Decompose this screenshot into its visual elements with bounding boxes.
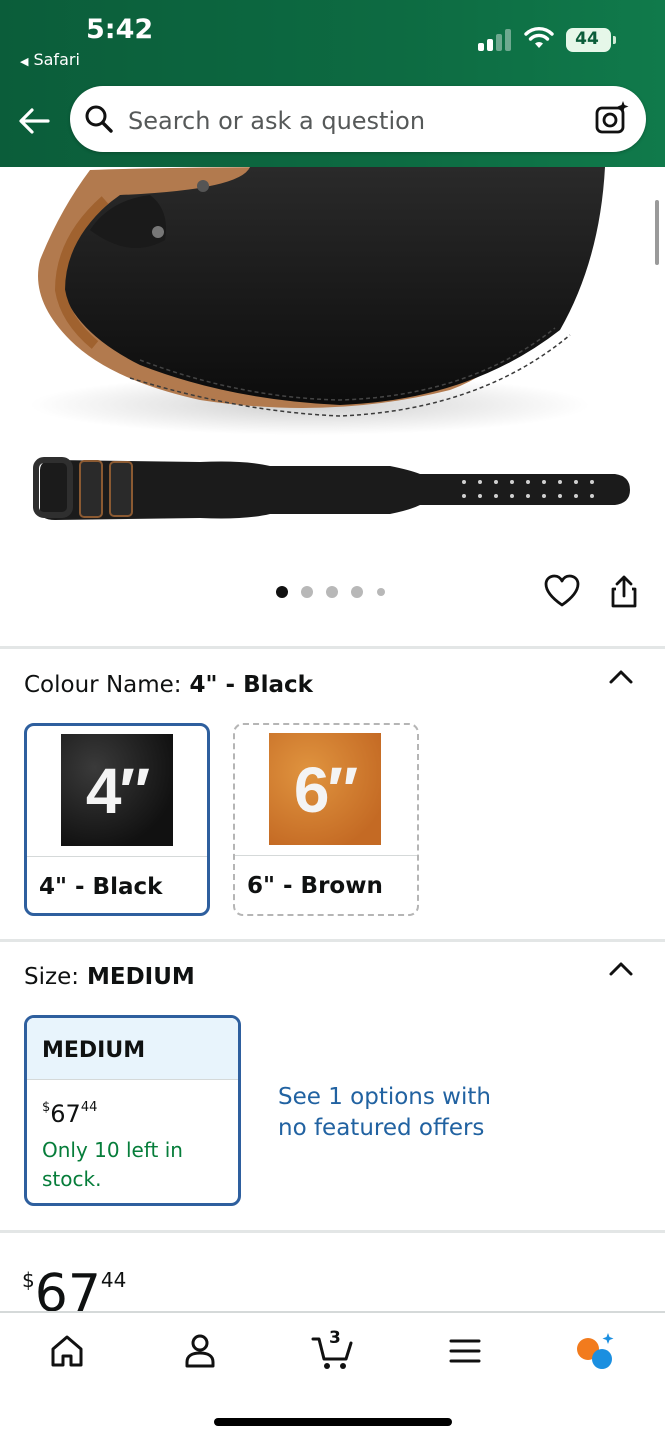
back-app-label: Safari [33, 50, 80, 69]
swatch-caption: 4" - Black [39, 874, 163, 900]
pager-dot[interactable] [326, 586, 338, 598]
heart-icon[interactable] [544, 574, 580, 608]
search-placeholder: Search or ask a question [128, 107, 426, 135]
colour-name-row: Colour Name: 4" - Black [24, 672, 313, 698]
account-icon[interactable] [178, 1329, 222, 1373]
cart-count-badge: 3 [329, 1328, 341, 1348]
size-label: Size: [24, 964, 79, 990]
rufus-assistant-icon[interactable] [574, 1329, 618, 1373]
home-indicator [214, 1418, 452, 1426]
size-selected-value: MEDIUM [86, 964, 195, 990]
colour-selected-value: 4" - Black [189, 672, 313, 698]
size-row: Size: MEDIUM [24, 964, 195, 990]
pager-dot[interactable] [351, 586, 363, 598]
wifi-icon [524, 27, 554, 48]
back-arrow-icon[interactable] [16, 103, 52, 139]
stock-status: Only 10 left in stock. [42, 1138, 183, 1191]
price-fraction: 44 [100, 1268, 127, 1292]
section-divider [0, 939, 665, 942]
chevron-up-icon[interactable] [608, 668, 634, 686]
cellular-signal-icon [478, 29, 514, 51]
section-divider [0, 646, 665, 649]
camera-lens-icon[interactable] [594, 100, 630, 136]
menu-icon[interactable] [443, 1329, 487, 1373]
share-icon[interactable] [607, 574, 641, 610]
app-header: 5:42 ◀ Safari 44 Search or ask a question [0, 0, 665, 167]
battery-indicator: 44 [566, 28, 616, 52]
colour-option-black[interactable]: 4″ 4" - Black [24, 723, 210, 916]
see-options-link[interactable]: See 1 options with no featured offers [278, 1082, 518, 1144]
size-option-name: MEDIUM [42, 1038, 146, 1063]
swatch-caption: 6" - Brown [247, 873, 383, 899]
price-symbol: $ [22, 1268, 35, 1292]
section-divider [0, 1230, 665, 1233]
swatch-image-brown: 6″ [269, 733, 381, 845]
swatch-mark: 6″ [293, 754, 358, 826]
pager-dot[interactable] [301, 586, 313, 598]
pager-dot[interactable] [276, 586, 288, 598]
home-icon[interactable] [45, 1329, 89, 1373]
pager-dot[interactable] [377, 588, 385, 596]
status-time: 5:42 [86, 14, 154, 45]
colour-label: Colour Name: [24, 672, 182, 698]
swatch-image-black: 4″ [61, 734, 173, 846]
size-option-medium[interactable]: MEDIUM $6744 Only 10 left in stock. [24, 1015, 241, 1206]
back-triangle-icon: ◀ [20, 55, 29, 68]
colour-option-brown[interactable]: 6″ 6" - Brown [233, 723, 419, 916]
back-to-safari[interactable]: ◀ Safari [20, 50, 80, 69]
size-option-price: $6744 [42, 1100, 98, 1128]
battery-level: 44 [575, 29, 599, 49]
chevron-up-icon[interactable] [608, 960, 634, 978]
scrollbar[interactable] [655, 200, 659, 265]
search-bar[interactable]: Search or ask a question [70, 86, 646, 152]
swatch-mark: 4″ [85, 755, 150, 827]
search-icon [85, 105, 113, 133]
